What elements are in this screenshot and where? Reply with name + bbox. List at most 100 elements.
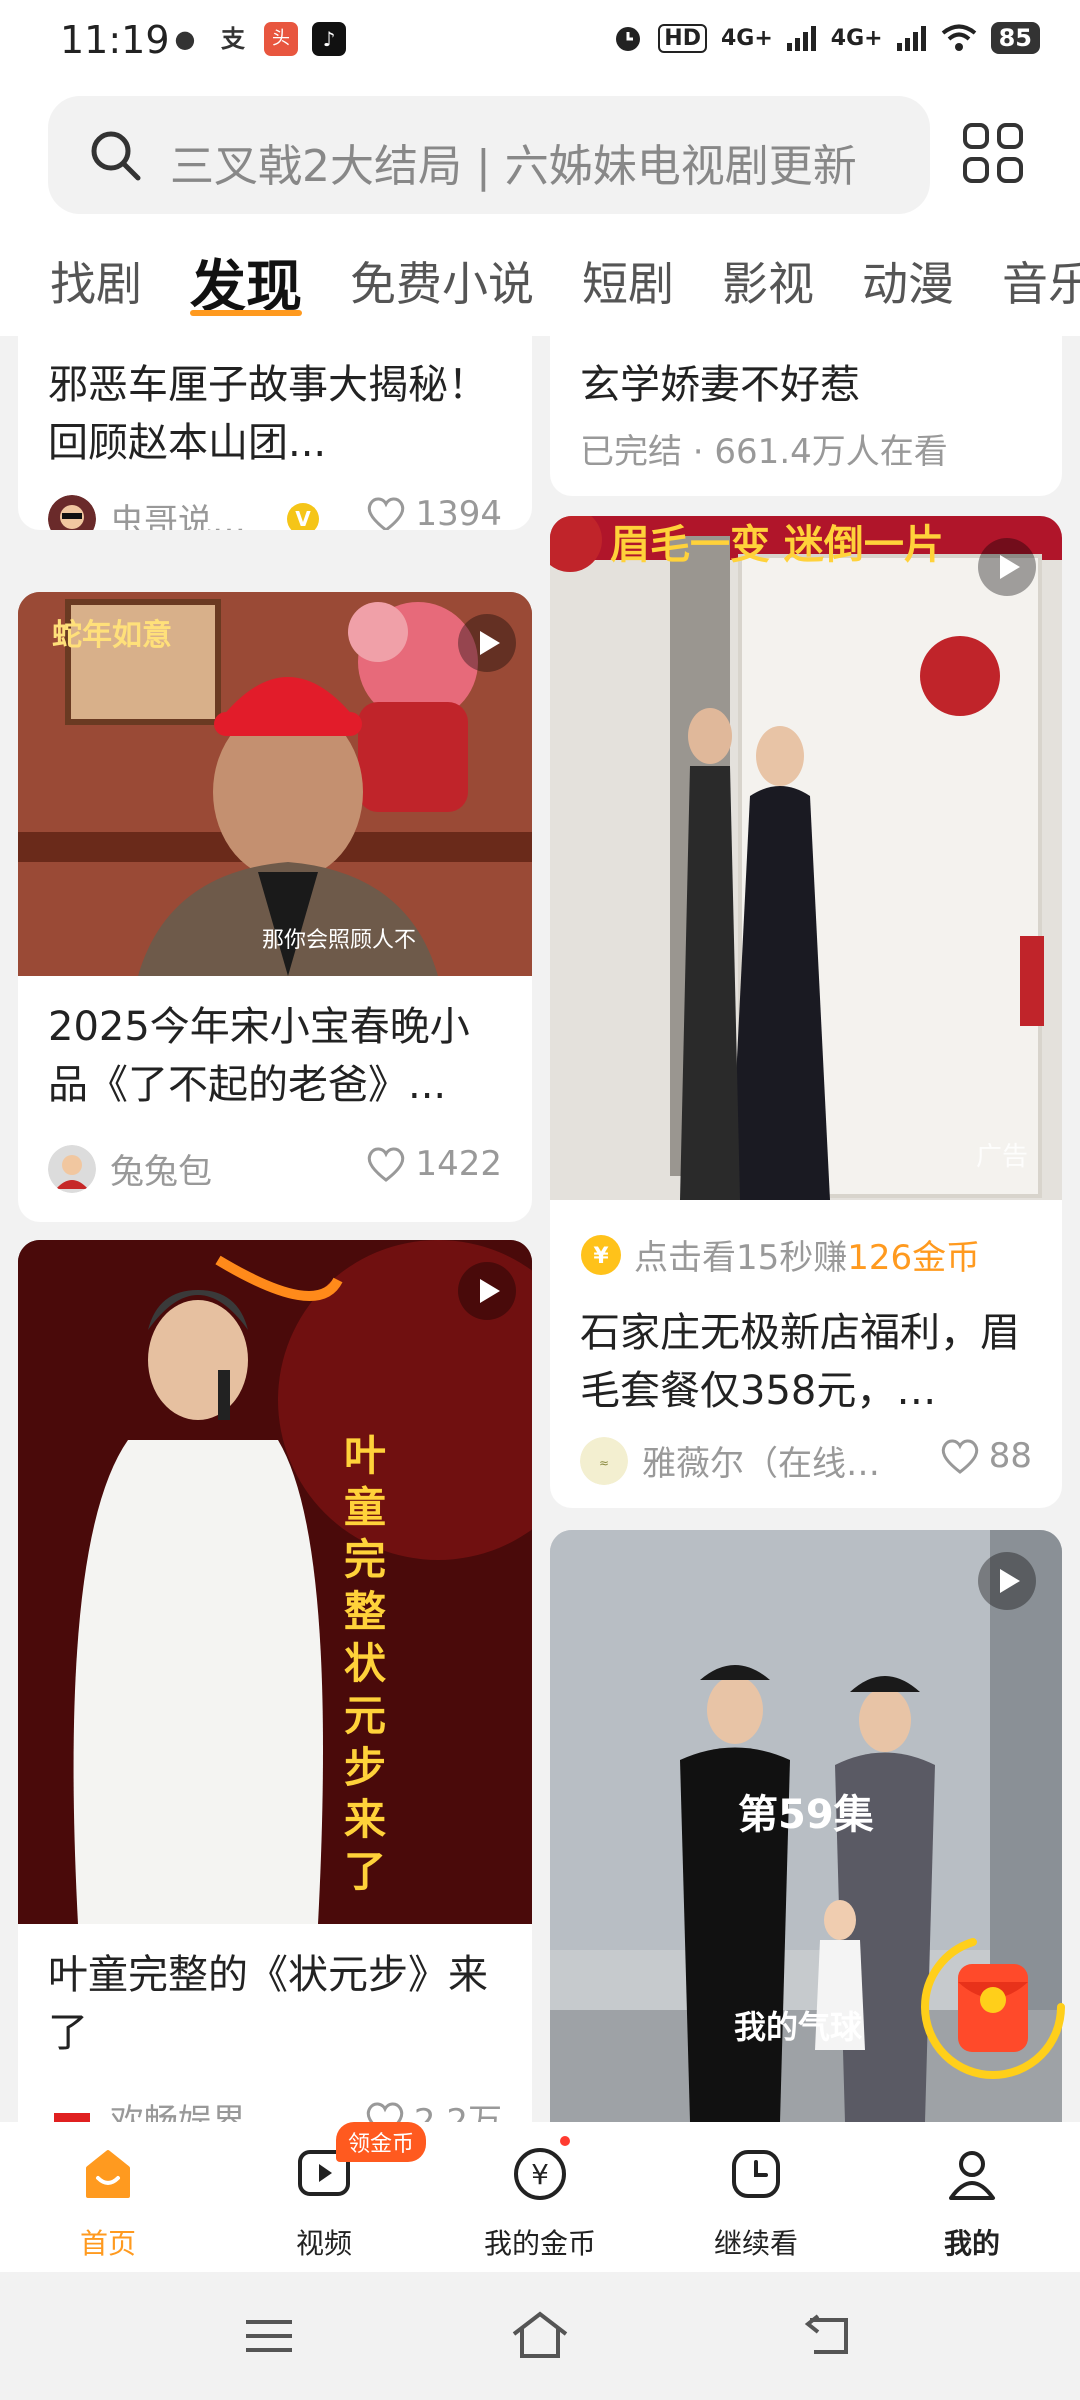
feed-card[interactable]: 叶童完整状元步来了 叶童完整的《状元步》来了 欢畅娱界 2.2万 — [18, 1240, 532, 2122]
red-packet-reward-button[interactable] — [918, 1932, 1068, 2082]
search-bar[interactable]: 三叉戟2大结局 | 六姊妹电视剧更新 — [48, 96, 930, 214]
card-author[interactable]: 欢畅娱界 — [48, 2094, 246, 2122]
alipay-icon: 支 — [216, 22, 250, 56]
author-name: 欢畅娱界 — [110, 2102, 246, 2122]
battery-icon: 85 — [990, 22, 1040, 54]
like-count-value: 2.2万 — [413, 2102, 502, 2122]
like-count[interactable]: 1394 — [365, 494, 502, 530]
tab-short-drama[interactable]: 短剧 — [582, 248, 674, 328]
like-count[interactable]: 88 — [939, 1436, 1032, 1476]
menu-icon[interactable] — [244, 2316, 294, 2356]
feed-card[interactable]: 邪恶车厘子故事大揭秘！回顾赵本山团... 虫哥说… V 1394 — [18, 336, 532, 530]
back-icon[interactable] — [800, 2314, 850, 2358]
card-author[interactable]: ≈ 雅薇尔（在线… — [580, 1436, 880, 1485]
card-author[interactable]: 兔兔包 — [48, 1144, 212, 1193]
author-name: 雅薇尔（在线… — [642, 1444, 880, 1484]
author-name: 虫哥说… — [110, 502, 246, 530]
thumbnail-vertical-text: 叶童完整状元步来了 — [343, 1431, 386, 1896]
svg-text:≈: ≈ — [599, 1456, 609, 1470]
heart-icon — [941, 1439, 978, 1474]
play-icon — [458, 614, 516, 672]
nav-home[interactable]: 首页 — [0, 2122, 216, 2272]
heart-icon — [366, 2102, 404, 2122]
play-icon — [978, 1552, 1036, 1610]
wifi-icon — [941, 24, 976, 51]
like-count[interactable]: 1422 — [365, 1144, 502, 1184]
card-author[interactable]: 虫哥说… V — [48, 494, 320, 530]
card-title: 邪恶车厘子故事大揭秘！回顾赵本山团... — [48, 362, 488, 466]
nav-me-label: 我的 — [943, 2227, 1000, 2260]
avatar: ≈ — [580, 1436, 628, 1485]
hd-icon: HD — [658, 23, 707, 53]
ad-card[interactable]: 眉毛一变 迷倒一片 广告 ¥ 点击看15秒赚 126金币 石家庄无极新店福利，眉… — [550, 516, 1062, 1508]
reward-row[interactable]: ¥ 点击看15秒赚 126金币 — [580, 1230, 980, 1279]
nav-me[interactable]: 我的 — [864, 2122, 1080, 2272]
system-navigation-bar — [0, 2272, 1080, 2400]
tab-free-novels[interactable]: 免费小说 — [350, 248, 534, 328]
category-grid-icon[interactable] — [962, 122, 1024, 184]
reward-amount: 126金币 — [847, 1238, 981, 1278]
author-name: 兔兔包 — [110, 1152, 212, 1192]
like-count[interactable]: 2.2万 — [364, 2094, 502, 2122]
tab-discover[interactable]: 发现 — [190, 242, 302, 322]
feed-card[interactable]: 蛇年如意 那你会照顾人不 2025今年宋小宝春晚小品《了不起的老爸》... 兔兔… — [18, 592, 532, 1222]
status-time: 11:19 — [60, 18, 170, 62]
card-title: 叶童完整的《状元步》来了 — [48, 1952, 488, 2056]
bottom-navigation: 首页 领金币 视频 ¥ 我的金币 继续看 我的 — [0, 2122, 1080, 2272]
home-button-icon[interactable] — [510, 2310, 570, 2360]
tab-music[interactable]: 音乐 — [1002, 248, 1080, 328]
video-thumbnail[interactable]: 叶童完整状元步来了 — [18, 1240, 532, 1924]
user-icon — [949, 2151, 995, 2200]
video-thumbnail[interactable]: 眉毛一变 迷倒一片 广告 — [550, 516, 1062, 1200]
like-count-value: 88 — [988, 1436, 1032, 1476]
search-icon — [91, 131, 141, 181]
video-subtitle: 我的气球 — [734, 2008, 863, 2046]
news-app-icon: 头 — [264, 22, 298, 56]
svg-text:V: V — [295, 507, 311, 531]
signal-bars-icon — [786, 26, 816, 51]
card-meta: 已完结 · 661.4万人在看 — [580, 432, 948, 472]
play-icon — [458, 1262, 516, 1320]
signal-bars-icon-2 — [896, 26, 926, 51]
notification-dot — [560, 2136, 570, 2146]
avatar — [48, 494, 96, 530]
heart-icon — [368, 1147, 405, 1182]
home-icon — [86, 2150, 130, 2198]
verified-badge-icon: V — [287, 502, 319, 531]
feed-card[interactable]: 玄学娇妻不好惹 已完结 · 661.4万人在看 — [550, 336, 1062, 496]
clock-icon — [732, 2150, 780, 2198]
tab-film-tv[interactable]: 影视 — [722, 248, 814, 328]
svg-text:¥: ¥ — [593, 1244, 609, 1269]
header: 三叉戟2大结局 | 六姊妹电视剧更新 找剧 发现 免费小说 短剧 影视 动漫 音… — [0, 86, 1080, 336]
video-thumbnail[interactable]: 蛇年如意 那你会照顾人不 — [18, 592, 532, 976]
nav-my-coins-label: 我的金币 — [483, 2227, 596, 2260]
like-count-value: 1422 — [415, 1144, 502, 1184]
thumbnail-scene — [550, 516, 1062, 1200]
video-subtitle: 那你会照顾人不 — [262, 928, 417, 953]
nav-my-coins[interactable]: ¥ 我的金币 — [432, 2122, 648, 2272]
ad-banner-text: 眉毛一变 迷倒一片 — [610, 522, 944, 568]
nav-continue-label: 继续看 — [713, 2227, 798, 2260]
thumbnail-scene — [18, 1240, 532, 1924]
heart-icon — [368, 497, 405, 530]
card-title: 玄学娇妻不好惹 — [580, 362, 860, 408]
nav-video[interactable]: 领金币 视频 — [216, 2122, 432, 2272]
play-icon — [978, 538, 1036, 596]
gold-coin-icon: ¥ — [581, 1234, 621, 1275]
nav-video-label: 视频 — [295, 2227, 352, 2260]
nav-home-label: 首页 — [79, 2227, 136, 2260]
tab-anime[interactable]: 动漫 — [862, 248, 954, 328]
status-indicators: HD 4G+ 4G+ 85 — [612, 22, 1040, 54]
search-placeholder: 三叉戟2大结局 | 六姊妹电视剧更新 — [170, 141, 857, 192]
avatar — [48, 2094, 96, 2122]
thumbnail-title-text: 蛇年如意 — [52, 618, 172, 653]
red-packet-icon — [921, 1935, 1065, 2079]
card-title: 石家庄无极新店福利，眉毛套餐仅358元，… — [580, 1310, 1020, 1414]
tab-find-drama[interactable]: 找剧 — [50, 248, 142, 328]
ad-watermark: 广告 — [976, 1142, 1029, 1172]
signal-4g-icon: 4G+ — [720, 25, 773, 51]
svg-text:¥: ¥ — [531, 2158, 549, 2191]
status-bar: 11:19 ● 支 头 ♪ HD 4G+ 4G+ 85 — [0, 0, 1080, 86]
episode-label: 第59集 — [738, 1792, 874, 1838]
nav-continue-watching[interactable]: 继续看 — [648, 2122, 864, 2272]
